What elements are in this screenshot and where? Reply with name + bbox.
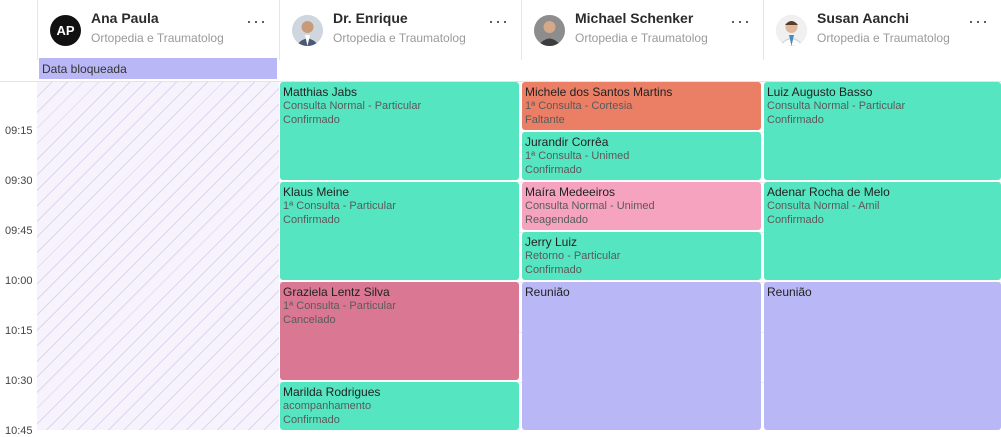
doctor-specialty: Ortopedia e Traumatologia bbox=[91, 31, 223, 45]
doctor-column-header: Dr. Enrique Ortopedia e Traumatologia ··… bbox=[279, 0, 521, 60]
appointment-status: Faltante bbox=[525, 114, 565, 126]
appointment-status: Confirmado bbox=[525, 164, 582, 176]
appointment-status: Confirmado bbox=[283, 414, 340, 426]
appointment-card[interactable]: Klaus Meine 1ª Consulta - Particular Con… bbox=[280, 182, 519, 280]
avatar bbox=[292, 15, 323, 46]
avatar: AP bbox=[50, 15, 81, 46]
doctor-specialty: Ortopedia e Traumatologia bbox=[575, 31, 707, 45]
patient-name: Graziela Lentz Silva bbox=[283, 285, 390, 299]
patient-name: Michele dos Santos Martins bbox=[525, 85, 673, 99]
patient-name: Klaus Meine bbox=[283, 185, 350, 199]
appointment-card[interactable]: Graziela Lentz Silva 1ª Consulta - Parti… bbox=[280, 282, 519, 380]
appointment-status: Cancelado bbox=[283, 314, 336, 326]
meeting-label: Reunião bbox=[767, 285, 812, 299]
time-label: 10:30 bbox=[5, 375, 33, 387]
appointment-status: Reagendado bbox=[525, 214, 589, 226]
time-label: 09:30 bbox=[5, 175, 33, 187]
doctor-name: Michael Schenker bbox=[575, 10, 694, 26]
appointment-type: 1ª Consulta - Particular bbox=[283, 300, 396, 312]
avatar bbox=[776, 15, 807, 46]
appointment-type: Consulta Normal - Particular bbox=[283, 100, 422, 112]
appointment-status: Confirmado bbox=[283, 214, 340, 226]
patient-name: Jerry Luiz bbox=[525, 235, 578, 249]
appointment-card[interactable]: Maíra Medeeiros Consulta Normal - Unimed… bbox=[522, 182, 761, 230]
appointment-type: 1ª Consulta - Unimed bbox=[525, 150, 630, 162]
patient-name: Jurandir Corrêa bbox=[525, 135, 609, 149]
appointment-type: Consulta Normal - Unimed bbox=[525, 200, 655, 212]
appointment-card[interactable]: Marilda Rodrigues acompanhamento Confirm… bbox=[280, 382, 519, 430]
patient-name: Adenar Rocha de Melo bbox=[767, 185, 890, 199]
appointment-card[interactable]: Adenar Rocha de Melo Consulta Normal - A… bbox=[764, 182, 1001, 280]
appointment-status: Confirmado bbox=[767, 114, 824, 126]
doctor-name: Susan Aanchi bbox=[817, 10, 910, 26]
meeting-block[interactable]: Reunião bbox=[522, 282, 761, 430]
appointment-status: Confirmado bbox=[283, 114, 340, 126]
more-options-icon[interactable]: ··· bbox=[488, 12, 509, 30]
time-label: 10:15 bbox=[5, 325, 33, 337]
doctor-name: Ana Paula bbox=[91, 10, 159, 26]
appointment-status: Confirmado bbox=[525, 264, 582, 276]
appointment-type: Consulta Normal - Particular bbox=[767, 100, 906, 112]
doctor-column-header: Michael Schenker Ortopedia e Traumatolog… bbox=[521, 0, 763, 60]
appointment-type: Consulta Normal - Amil bbox=[767, 200, 880, 212]
appointment-type: 1ª Consulta - Particular bbox=[283, 200, 396, 212]
blocked-area bbox=[37, 82, 279, 430]
time-label: 10:45 bbox=[5, 425, 33, 437]
doctor-name: Dr. Enrique bbox=[333, 10, 408, 26]
meeting-block[interactable]: Reunião bbox=[764, 282, 1001, 430]
appointment-card[interactable]: Matthias Jabs Consulta Normal - Particul… bbox=[280, 82, 519, 180]
appointment-type: acompanhamento bbox=[283, 400, 372, 412]
appointment-card[interactable]: Michele dos Santos Martins 1ª Consulta -… bbox=[522, 82, 761, 130]
meeting-label: Reunião bbox=[525, 285, 570, 299]
more-options-icon[interactable]: ··· bbox=[246, 12, 267, 30]
patient-name: Matthias Jabs bbox=[283, 85, 358, 99]
patient-name: Marilda Rodrigues bbox=[283, 385, 381, 399]
time-gutter: 09:15 09:30 09:45 10:00 10:15 10:30 10:4… bbox=[0, 60, 37, 437]
appointment-type: 1ª Consulta - Cortesia bbox=[525, 100, 633, 112]
more-options-icon[interactable]: ··· bbox=[730, 12, 751, 30]
patient-name: Luiz Augusto Basso bbox=[767, 85, 873, 99]
doctor-specialty: Ortopedia e Traumatologia bbox=[333, 31, 465, 45]
doctor-specialty: Ortopedia e Traumatologia bbox=[817, 31, 949, 45]
avatar bbox=[534, 15, 565, 46]
appointment-card[interactable]: Luiz Augusto Basso Consulta Normal - Par… bbox=[764, 82, 1001, 180]
appointment-status: Confirmado bbox=[767, 214, 824, 226]
time-label: 09:45 bbox=[5, 225, 33, 237]
appointment-card[interactable]: Jerry Luiz Retorno - Particular Confirma… bbox=[522, 232, 761, 280]
doctor-column-header: Susan Aanchi Ortopedia e Traumatologia ·… bbox=[763, 0, 1001, 60]
time-label: 10:00 bbox=[5, 275, 33, 287]
blocked-date-banner: Data bloqueada bbox=[39, 58, 277, 79]
doctor-column-header: AP Ana Paula Ortopedia e Traumatologia ·… bbox=[37, 0, 279, 60]
more-options-icon[interactable]: ··· bbox=[968, 12, 989, 30]
patient-name: Maíra Medeeiros bbox=[525, 185, 616, 199]
appointment-type: Retorno - Particular bbox=[525, 250, 621, 262]
appointment-card[interactable]: Jurandir Corrêa 1ª Consulta - Unimed Con… bbox=[522, 132, 761, 180]
time-label: 09:15 bbox=[5, 125, 33, 137]
